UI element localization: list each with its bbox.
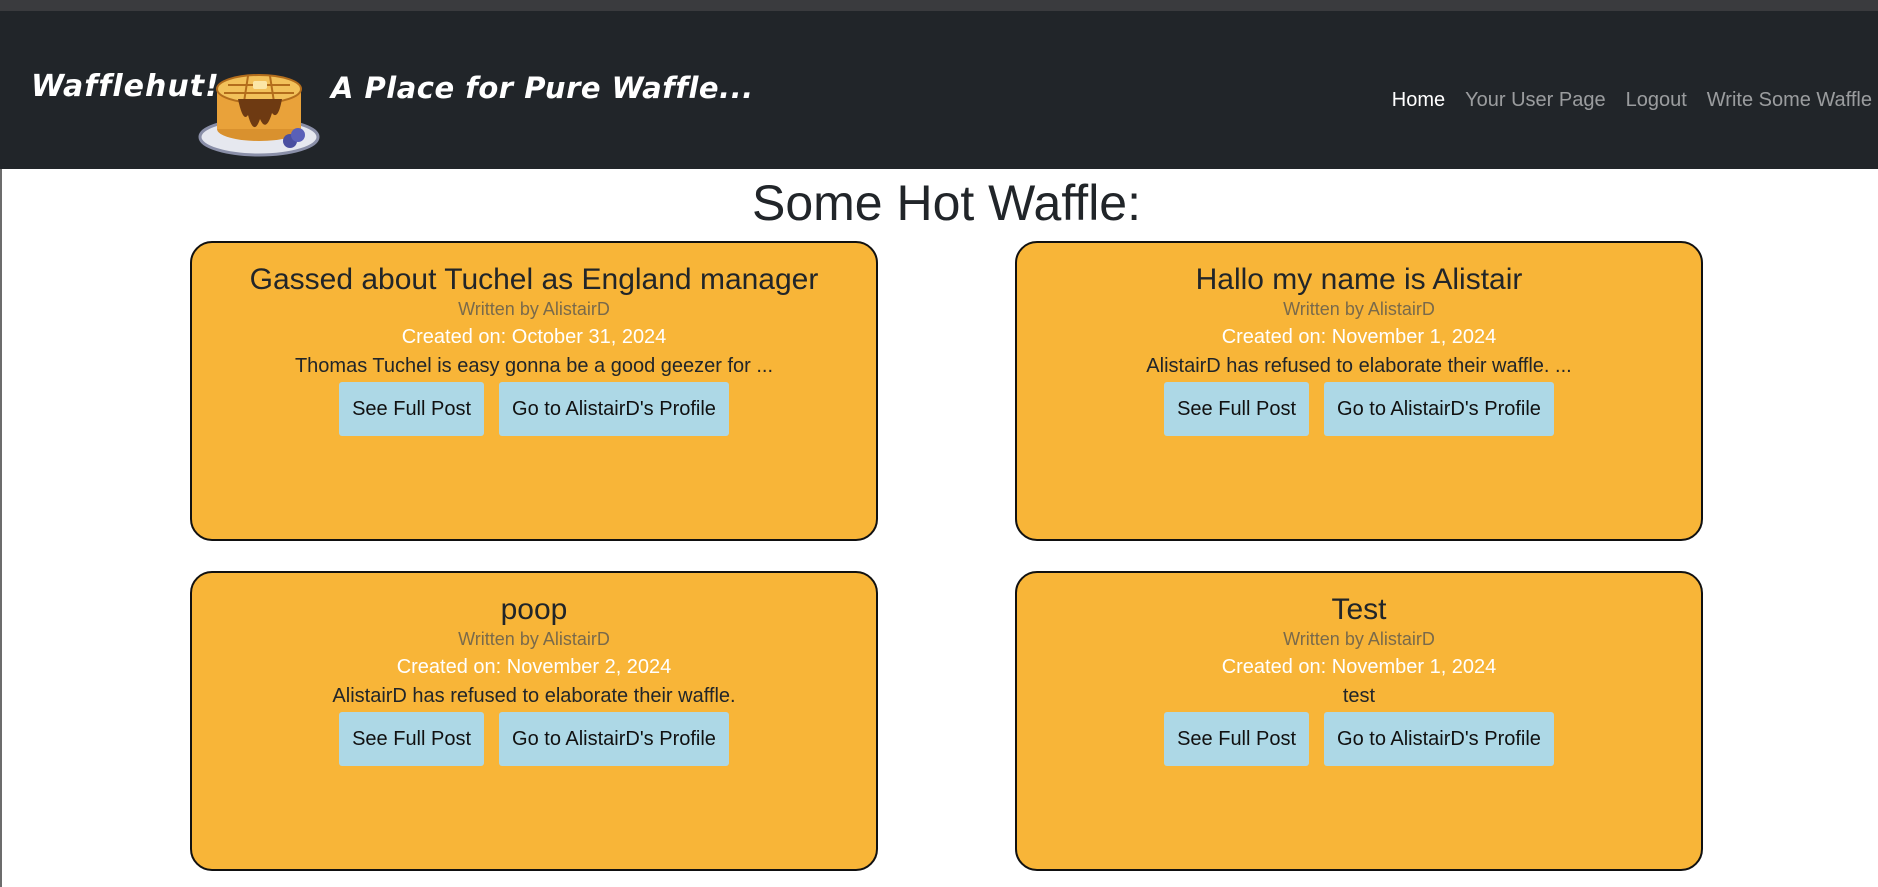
post-date: Created on: November 1, 2024 [1221, 326, 1497, 348]
nav-logout-link[interactable]: Logout [1626, 89, 1687, 112]
window-top-strip [0, 0, 1878, 11]
see-full-post-button[interactable]: See Full Post [339, 382, 485, 436]
post-title: poop [500, 593, 568, 626]
post-date: Created on: November 1, 2024 [1221, 656, 1497, 678]
post-card: poop Written by AlistairD Created on: No… [190, 571, 878, 871]
post-excerpt: AlistairD has refused to elaborate their… [332, 685, 736, 707]
go-to-profile-button[interactable]: Go to AlistairD's Profile [1324, 382, 1554, 436]
nav-home-link[interactable]: Home [1392, 89, 1445, 112]
post-author: Written by AlistairD [1283, 299, 1435, 319]
post-card: Hallo my name is Alistair Written by Ali… [1015, 241, 1703, 541]
post-date: Created on: October 31, 2024 [401, 326, 667, 348]
post-excerpt: test [1342, 685, 1376, 707]
see-full-post-button[interactable]: See Full Post [1164, 712, 1310, 766]
post-author: Written by AlistairD [458, 629, 610, 649]
post-title: Gassed about Tuchel as England manager [249, 263, 819, 296]
waffle-logo-icon [198, 74, 320, 157]
post-title: Test [1331, 593, 1387, 626]
brand-name[interactable]: Wafflehut! [31, 69, 220, 104]
go-to-profile-button[interactable]: Go to AlistairD's Profile [1324, 712, 1554, 766]
post-author: Written by AlistairD [1283, 629, 1435, 649]
post-author: Written by AlistairD [458, 299, 610, 319]
nav-user-page-link[interactable]: Your User Page [1465, 89, 1605, 112]
post-actions: See Full Post Go to AlistairD's Profile [1017, 382, 1701, 436]
page-title: Some Hot Waffle: [751, 175, 1142, 231]
nav-write-link[interactable]: Write Some Waffle [1707, 89, 1872, 112]
site-tagline: A Place for Pure Waffle... [331, 71, 754, 105]
go-to-profile-button[interactable]: Go to AlistairD's Profile [499, 382, 729, 436]
post-excerpt: Thomas Tuchel is easy gonna be a good ge… [294, 355, 774, 377]
post-card: Gassed about Tuchel as England manager W… [190, 241, 878, 541]
post-excerpt: AlistairD has refused to elaborate their… [1146, 355, 1572, 377]
post-date: Created on: November 2, 2024 [396, 656, 672, 678]
nav-links: Home Your User Page Logout Write Some Wa… [1392, 89, 1872, 112]
navbar: Wafflehut! A Place for Pure Waffle... Ho… [0, 11, 1878, 169]
see-full-post-button[interactable]: See Full Post [1164, 382, 1310, 436]
post-actions: See Full Post Go to AlistairD's Profile [192, 712, 876, 766]
go-to-profile-button[interactable]: Go to AlistairD's Profile [499, 712, 729, 766]
post-card: Test Written by AlistairD Created on: No… [1015, 571, 1703, 871]
see-full-post-button[interactable]: See Full Post [339, 712, 485, 766]
page-left-border [0, 169, 2, 887]
post-actions: See Full Post Go to AlistairD's Profile [1017, 712, 1701, 766]
post-title: Hallo my name is Alistair [1195, 263, 1523, 296]
post-actions: See Full Post Go to AlistairD's Profile [192, 382, 876, 436]
